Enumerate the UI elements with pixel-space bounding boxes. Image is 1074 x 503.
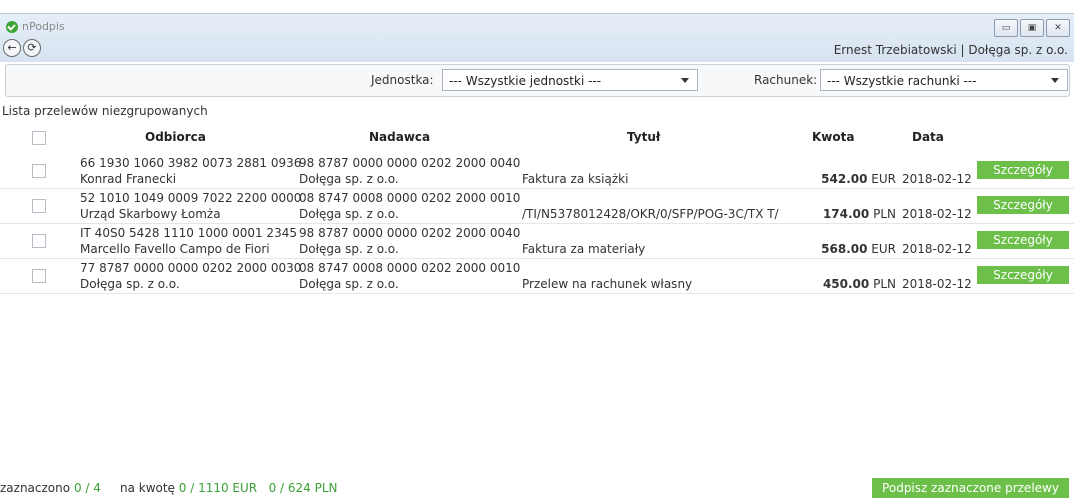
selected-count: 0 / 4 bbox=[73, 481, 101, 495]
refresh-icon[interactable]: ⟳ bbox=[23, 39, 41, 57]
selected-amount-eur: 0 / 1110 EUR bbox=[178, 481, 258, 495]
selected-label: zaznaczono bbox=[0, 481, 71, 495]
transfer-date: 2018-02-12 bbox=[902, 207, 972, 221]
transfer-amount: 174.00 PLN bbox=[823, 206, 896, 222]
transfer-date: 2018-02-12 bbox=[902, 172, 972, 186]
sign-selected-button[interactable]: Podpisz zaznaczone przelewy bbox=[872, 478, 1069, 498]
recipient-account: 77 8787 0000 0000 0202 2000 0030 bbox=[80, 261, 302, 275]
transfer-date: 2018-02-12 bbox=[902, 242, 972, 256]
table-row: 66 1930 1060 3982 0073 2881 0936 Konrad … bbox=[0, 154, 1074, 189]
sender-name: Dołęga sp. z o.o. bbox=[299, 242, 399, 256]
close-icon[interactable]: ✕ bbox=[1046, 19, 1070, 37]
amount-currency: PLN bbox=[873, 207, 896, 221]
unit-select-value: --- Wszystkie jednostki --- bbox=[449, 74, 602, 88]
details-button[interactable]: Szczegóły bbox=[977, 196, 1069, 214]
user-info: Ernest Trzebiatowski | Dołęga sp. z o.o. bbox=[833, 43, 1068, 57]
amount-currency: EUR bbox=[871, 172, 896, 186]
sender-name: Dołęga sp. z o.o. bbox=[299, 172, 399, 186]
row-checkbox[interactable] bbox=[32, 269, 46, 283]
account-select[interactable]: --- Wszystkie rachunki --- bbox=[820, 69, 1068, 91]
select-all-checkbox[interactable] bbox=[32, 131, 46, 145]
transfer-amount: 568.00 EUR bbox=[821, 241, 896, 257]
shield-check-icon bbox=[6, 20, 18, 33]
amount-value: 450.00 bbox=[822, 277, 870, 291]
sender-name: Dołęga sp. z o.o. bbox=[299, 207, 399, 221]
transfer-amount: 542.00 EUR bbox=[821, 171, 896, 187]
recipient-name: Konrad Franecki bbox=[80, 172, 177, 186]
app-title: nPodpis bbox=[6, 20, 65, 33]
account-select-value: --- Wszystkie rachunki --- bbox=[827, 74, 977, 88]
app-name: nPodpis bbox=[22, 20, 65, 33]
selected-amount-pln: 0 / 624 PLN bbox=[268, 481, 338, 495]
amount-currency: PLN bbox=[873, 277, 896, 291]
recipient-account: 66 1930 1060 3982 0073 2881 0936 bbox=[80, 156, 302, 170]
top-margin bbox=[0, 0, 1074, 13]
amount-value: 568.00 bbox=[821, 242, 868, 256]
details-button[interactable]: Szczegóły bbox=[977, 266, 1069, 284]
amount-value: 174.00 bbox=[822, 207, 870, 221]
sender-account: 08 8747 0008 0000 0202 2000 0010 bbox=[299, 261, 521, 275]
unit-select[interactable]: --- Wszystkie jednostki --- bbox=[442, 69, 698, 91]
col-header-date: Data bbox=[912, 130, 944, 144]
table-row: IT 40S0 5428 1110 1000 0001 2345 Marcell… bbox=[0, 224, 1074, 259]
unit-label: Jednostka: bbox=[371, 73, 434, 87]
amount-value: 542.00 bbox=[821, 172, 868, 186]
recipient-account: IT 40S0 5428 1110 1000 0001 2345 bbox=[80, 226, 297, 240]
selection-summary: zaznaczono 0 / 4 na kwotę 0 / 1110 EUR 0… bbox=[0, 481, 338, 495]
back-icon[interactable]: ← bbox=[3, 39, 21, 57]
amount-label: na kwotę bbox=[119, 481, 175, 495]
sender-account: 08 8747 0008 0000 0202 2000 0010 bbox=[299, 191, 521, 205]
chevron-down-icon bbox=[681, 78, 689, 83]
row-checkbox[interactable] bbox=[32, 164, 46, 178]
row-checkbox[interactable] bbox=[32, 199, 46, 213]
row-checkbox[interactable] bbox=[32, 234, 46, 248]
recipient-name: Dołęga sp. z o.o. bbox=[80, 277, 180, 291]
sender-name: Dołęga sp. z o.o. bbox=[299, 277, 399, 291]
window-controls: ▭ ▣ ✕ bbox=[994, 19, 1070, 37]
navigation: ← ⟳ bbox=[3, 39, 41, 57]
table-row: 52 1010 1049 0009 7022 2200 0000 Urząd S… bbox=[0, 189, 1074, 224]
account-label: Rachunek: bbox=[754, 73, 818, 87]
col-header-recipient: Odbiorca bbox=[145, 130, 206, 144]
recipient-name: Urząd Skarbowy Łomża bbox=[80, 207, 221, 221]
transfer-date: 2018-02-12 bbox=[902, 277, 972, 291]
transfer-title: Przelew na rachunek własny bbox=[522, 277, 693, 291]
sender-account: 98 8787 0000 0000 0202 2000 0040 bbox=[299, 226, 521, 240]
col-header-title: Tytuł bbox=[627, 130, 661, 144]
col-header-sender: Nadawca bbox=[369, 130, 431, 144]
app-window: nPodpis ← ⟳ ▭ ▣ ✕ Ernest Trzebiatowski |… bbox=[0, 13, 1074, 503]
transfer-title: Faktura za materiały bbox=[522, 242, 646, 256]
details-button[interactable]: Szczegóły bbox=[977, 231, 1069, 249]
filter-bar: Jednostka: --- Wszystkie jednostki --- R… bbox=[5, 64, 1070, 97]
minimize-icon[interactable]: ▭ bbox=[994, 19, 1018, 37]
maximize-icon[interactable]: ▣ bbox=[1020, 19, 1044, 37]
transfer-title: /TI/N5378012428/OKR/0/SFP/POG-3C/TX T/ bbox=[522, 207, 779, 221]
amount-currency: EUR bbox=[871, 242, 896, 256]
chevron-down-icon bbox=[1051, 78, 1059, 83]
col-header-amount: Kwota bbox=[812, 130, 855, 144]
recipient-name: Marcello Favello Campo de Fiori bbox=[80, 242, 270, 256]
details-button[interactable]: Szczegóły bbox=[977, 161, 1069, 179]
table-row: 77 8787 0000 0000 0202 2000 0030 Dołęga … bbox=[0, 259, 1074, 294]
transfer-title: Faktura za książki bbox=[522, 172, 629, 186]
transfer-amount: 450.00 PLN bbox=[823, 276, 896, 292]
recipient-account: 52 1010 1049 0009 7022 2200 0000 bbox=[80, 191, 302, 205]
list-title: Lista przelewów niezgrupowanych bbox=[2, 104, 208, 118]
title-bar: nPodpis ← ⟳ ▭ ▣ ✕ Ernest Trzebiatowski |… bbox=[0, 14, 1074, 62]
sender-account: 98 8787 0000 0000 0202 2000 0040 bbox=[299, 156, 521, 170]
